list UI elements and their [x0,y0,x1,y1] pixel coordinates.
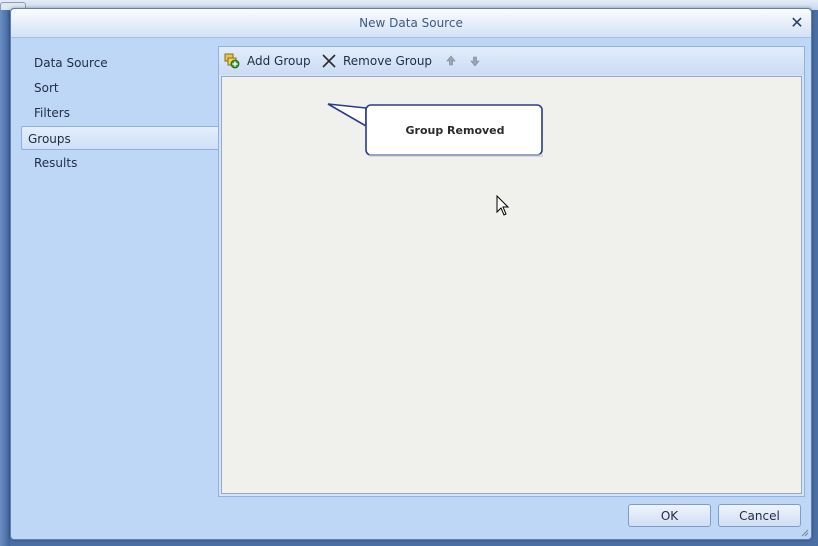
remove-x-icon [322,54,336,68]
sidebar-item-label: Groups [28,132,71,146]
sidebar-item-label: Filters [34,106,70,120]
callout-message: Group Removed [405,124,505,137]
remove-group-button[interactable]: Remove Group [321,51,433,71]
sidebar-item-results[interactable]: Results [21,151,218,175]
sidebar-item-sort[interactable]: Sort [21,76,218,100]
sidebar-item-label: Results [34,156,78,170]
sidebar-item-label: Sort [34,81,59,95]
new-data-source-dialog: New Data Source ✕ Data Source Sort Filte… [10,8,812,540]
sidebar-item-groups[interactable]: Groups [21,126,218,150]
move-up-button[interactable] [445,51,457,71]
sidebar-item-data-source[interactable]: Data Source [21,51,218,75]
arrow-down-icon [470,56,480,67]
close-button[interactable]: ✕ [789,15,805,31]
add-group-icon [224,53,240,69]
move-down-button[interactable] [469,51,481,71]
sidebar-item-label: Data Source [34,56,108,70]
groups-list-area[interactable]: Group Removed [221,76,802,494]
sidebar-nav: Data Source Sort Filters Groups Results [21,51,218,201]
group-removed-callout: Group Removed [365,104,545,158]
ok-button[interactable]: OK [628,504,711,527]
dialog-title: New Data Source [359,16,463,30]
sidebar-item-filters[interactable]: Filters [21,101,218,125]
dialog-titlebar[interactable]: New Data Source ✕ [11,9,811,38]
add-group-label: Add Group [247,54,311,68]
groups-toolbar: Add Group Remove Group [219,47,804,75]
mouse-cursor-icon [496,195,510,216]
close-icon: ✕ [790,13,804,32]
cancel-button[interactable]: Cancel [718,504,801,527]
arrow-up-icon [446,55,456,66]
background-desktop [0,10,10,546]
groups-panel: Add Group Remove Group Group Removed [218,46,805,497]
remove-group-label: Remove Group [343,54,433,68]
add-group-button[interactable]: Add Group [224,51,311,71]
resize-grip-icon[interactable] [799,527,809,537]
